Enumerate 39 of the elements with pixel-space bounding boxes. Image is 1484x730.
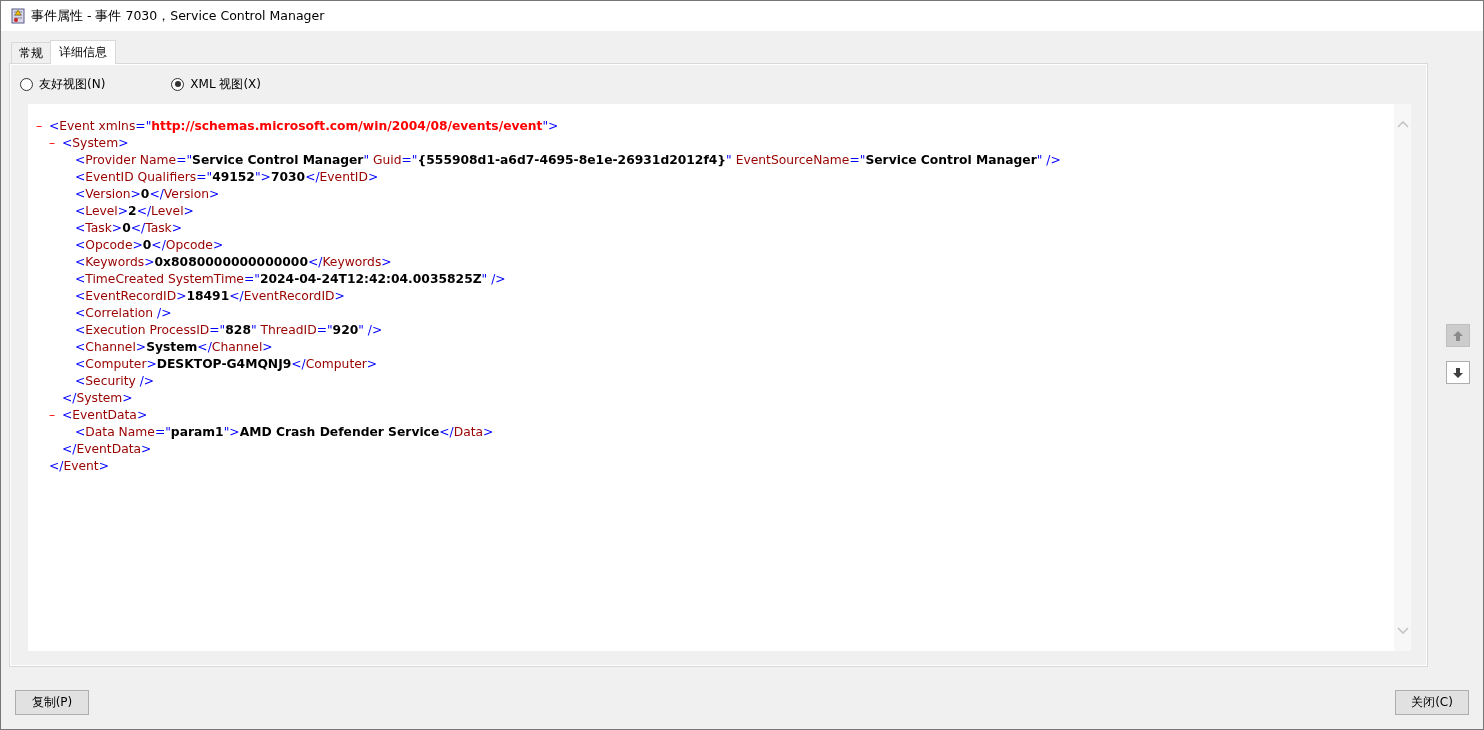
tab[interactable]: 常规 bbox=[11, 42, 51, 63]
xml-line: <System> bbox=[62, 135, 129, 150]
xml-line: <Security /> bbox=[75, 373, 155, 388]
event-properties-icon bbox=[11, 8, 25, 24]
tab[interactable]: 详细信息 bbox=[50, 40, 116, 64]
xml-line: <Channel>System</Channel> bbox=[75, 339, 273, 354]
radio-button[interactable] bbox=[171, 77, 185, 91]
collapse-toggle[interactable]: – bbox=[49, 407, 56, 422]
xml-line: </EventData> bbox=[62, 441, 152, 456]
xml-line: </Event> bbox=[49, 458, 109, 473]
xml-line: <Computer>DESKTOP-G4MQNJ9</Computer> bbox=[75, 356, 378, 371]
xml-line: <Keywords>0x8080000000000000</Keywords> bbox=[75, 254, 392, 269]
radio-button[interactable] bbox=[20, 77, 33, 91]
xml-line: <TimeCreated SystemTime="2024-04-24T12:42:04.0035825Z" /> bbox=[75, 271, 506, 286]
xml-line: <EventRecordID>18491</EventRecordID> bbox=[75, 288, 345, 303]
xml-line: <Level>2</Level> bbox=[75, 203, 194, 218]
xml-line: <Data Name="param1">AMD Crash Defender Service</Data> bbox=[75, 424, 494, 439]
xml-line: <Execution ProcessID="828" ThreadID="920" /> bbox=[75, 322, 383, 337]
dialog-button[interactable]: 复制(P) bbox=[15, 690, 89, 715]
xml-line: <EventID Qualifiers="49152">7030</EventID> bbox=[75, 169, 379, 184]
xml-line: <Version>0</Version> bbox=[75, 186, 220, 201]
xml-line: </System> bbox=[62, 390, 133, 405]
xml-line: <EventData> bbox=[62, 407, 148, 422]
radio-label[interactable]: 友好视图(N) bbox=[39, 75, 106, 93]
next-button[interactable] bbox=[1446, 361, 1470, 384]
chevron-down-icon[interactable] bbox=[1396, 627, 1409, 635]
arrow-up-icon bbox=[1452, 329, 1464, 342]
arrow-down-icon bbox=[1452, 366, 1464, 379]
window-title: 事件属性 - 事件 7030，Service Control Manager bbox=[31, 7, 325, 25]
xml-line: <Task>0</Task> bbox=[75, 220, 183, 235]
collapse-toggle[interactable]: – bbox=[49, 135, 56, 150]
xml-line: <Provider Name="Service Control Manager" Guid="{555908d1-a6d7-4695-8e1e-26931d2012f4}" EventSourceName="Service Control Manager" /> bbox=[75, 152, 1061, 167]
radio-label[interactable]: XML 视图(X) bbox=[190, 75, 261, 93]
xml-line: <Event xmlns="http://schemas.microsoft.com/win/2004/08/events/event"> bbox=[49, 118, 559, 133]
xml-line: <Opcode>0</Opcode> bbox=[75, 237, 224, 252]
dialog-button[interactable]: 关闭(C) bbox=[1395, 690, 1469, 715]
chevron-up-icon[interactable] bbox=[1396, 120, 1409, 128]
xml-line: <Correlation /> bbox=[75, 305, 172, 320]
collapse-toggle[interactable]: – bbox=[36, 118, 43, 133]
